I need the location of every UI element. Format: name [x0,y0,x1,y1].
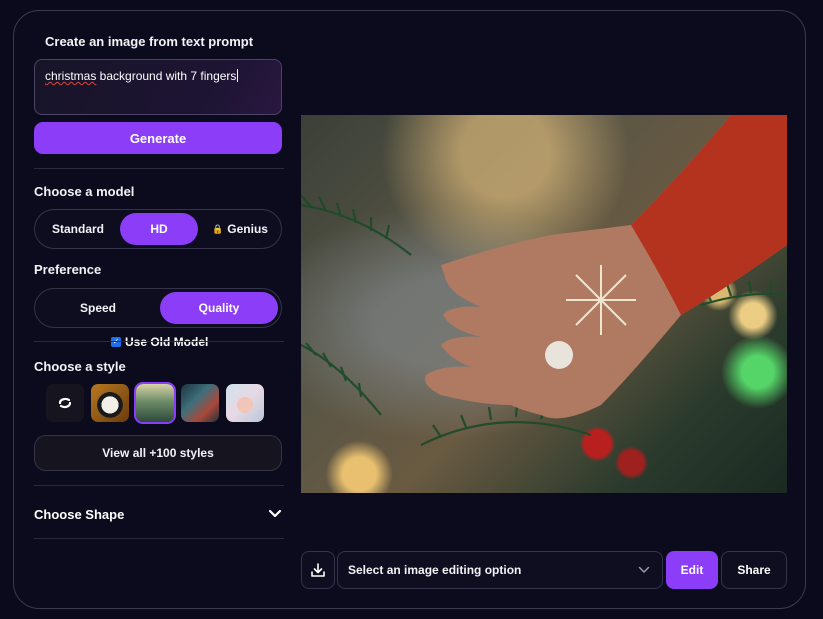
prompt-text: background with 7 fingers [96,69,237,83]
editing-option-select[interactable]: Select an image editing option [337,551,663,589]
preference-selector: Speed Quality [34,288,282,328]
edit-button[interactable]: Edit [666,551,718,589]
preference-label: Preference [34,262,102,277]
style-thumb-no-style[interactable] [46,384,84,422]
editing-option-placeholder: Select an image editing option [348,563,522,577]
share-button[interactable]: Share [721,551,787,589]
style-thumb-forest[interactable] [134,382,176,424]
chevron-down-icon [638,566,650,573]
divider [34,168,284,169]
model-option-standard[interactable]: Standard [38,213,118,245]
prompt-text-misspelled: christmas [45,69,97,83]
main-panel: Create an image from text prompt christm… [13,10,806,609]
text-caret [237,69,239,82]
style-thumb-panda[interactable] [91,384,129,422]
generated-image [301,115,787,493]
divider [34,538,284,539]
style-label: Choose a style [34,359,126,374]
model-selector: Standard HD 🔒 Genius [34,209,282,249]
download-button[interactable] [301,551,335,589]
model-option-hd[interactable]: HD [120,213,198,245]
lock-icon: 🔒 [212,223,224,234]
choose-shape-label: Choose Shape [34,506,125,522]
style-thumb-anime-girl[interactable] [226,384,264,422]
download-icon [311,563,325,577]
checkbox-checked-icon[interactable]: ✓ [111,337,121,347]
no-style-icon [58,397,72,409]
choose-shape-dropdown[interactable]: Choose Shape [34,504,282,524]
use-old-model-label: Use Old Model [125,335,209,349]
view-all-styles-button[interactable]: View all +100 styles [34,435,282,471]
style-thumb-robot[interactable] [181,384,219,422]
model-option-genius[interactable]: 🔒 Genius [200,213,280,245]
style-list [46,382,264,424]
model-option-genius-label: Genius [227,222,268,236]
divider [34,485,284,486]
hand-illustration [301,115,787,446]
use-old-model-toggle[interactable]: ✓ Use Old Model [111,335,208,349]
generate-button[interactable]: Generate [34,122,282,154]
divider [34,341,284,342]
prompt-label: Create an image from text prompt [45,34,254,49]
preference-option-quality[interactable]: Quality [160,292,278,324]
prompt-input[interactable]: christmas background with 7 fingers [34,59,282,115]
preference-option-speed[interactable]: Speed [38,292,158,324]
chevron-down-icon [268,509,282,518]
model-label: Choose a model [34,184,135,199]
